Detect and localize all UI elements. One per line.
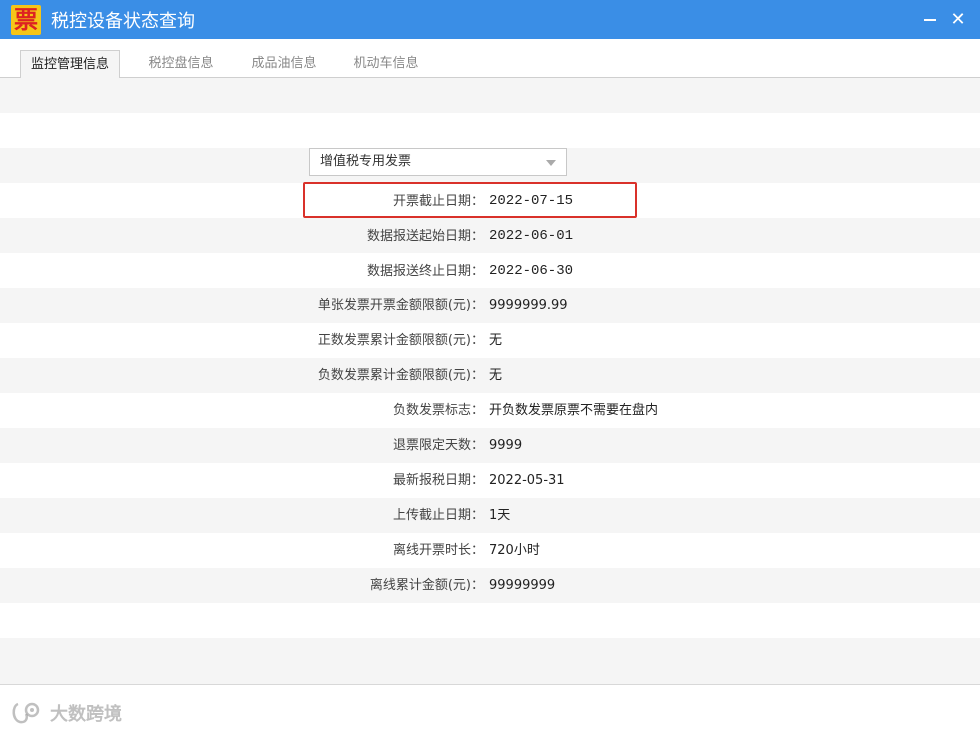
row-stripe [0, 113, 980, 148]
field-row-latest-tax-date: 最新报税日期： 2022-05-31 [0, 463, 980, 498]
row-stripe [0, 638, 980, 684]
watermark-logo-icon [12, 702, 40, 724]
field-label: 单张发票开票金额限额(元)： [317, 298, 484, 313]
field-label: 数据报送终止日期： [366, 264, 484, 279]
tab-tax-disk[interactable]: 税控盘信息 [135, 50, 227, 78]
field-value: 9999999.99 [489, 298, 568, 313]
field-row-negative-limit: 负数发票累计金额限额(元)： 无 [0, 358, 980, 393]
field-value: 1天 [489, 508, 511, 523]
field-row-positive-limit: 正数发票累计金额限额(元)： 无 [0, 323, 980, 358]
title-bar: 票 税控设备状态查询 ✕ [0, 0, 980, 39]
field-row-offline-duration: 离线开票时长： 720小时 [0, 533, 980, 568]
tab-motor-vehicle[interactable]: 机动车信息 [340, 50, 432, 78]
field-label: 最新报税日期： [392, 473, 484, 488]
field-label: 数据报送起始日期： [366, 229, 484, 244]
row-stripe [0, 78, 980, 113]
field-value: 720小时 [489, 543, 540, 558]
footer-bar [0, 684, 980, 737]
field-row-upload-deadline: 上传截止日期： 1天 [0, 498, 980, 533]
tab-monitor-management[interactable]: 监控管理信息 [20, 50, 120, 79]
field-value: 无 [489, 333, 503, 348]
tab-refined-oil[interactable]: 成品油信息 [238, 50, 330, 78]
field-value: 2022-05-31 [489, 473, 565, 488]
field-row-report-start: 数据报送起始日期： 2022-06-01 [0, 219, 980, 254]
watermark: 大数跨境 [10, 700, 122, 726]
field-value: 9999 [489, 438, 523, 453]
field-row-report-end: 数据报送终止日期： 2022-06-30 [0, 254, 980, 289]
watermark-text: 大数跨境 [50, 704, 122, 725]
tab-bar: 监控管理信息 税控盘信息 成品油信息 机动车信息 [0, 39, 980, 79]
field-label: 退票限定天数： [392, 438, 484, 453]
field-label: 负数发票标志： [392, 403, 484, 418]
close-button[interactable]: ✕ [946, 7, 970, 31]
field-row-negative-flag: 负数发票标志： 开负数发票原票不需要在盘内 [0, 393, 980, 428]
field-label: 离线累计金额(元)： [369, 578, 484, 593]
invoice-type-select[interactable]: 增值税专用发票 [309, 148, 567, 176]
field-row-single-limit: 单张发票开票金额限额(元)： 9999999.99 [0, 288, 980, 323]
field-label: 上传截止日期： [392, 508, 484, 523]
window-title: 税控设备状态查询 [51, 10, 195, 32]
field-label: 离线开票时长： [392, 543, 484, 558]
field-label: 负数发票累计金额限额(元)： [317, 368, 484, 383]
field-row-offline-amount: 离线累计金额(元)： 99999999 [0, 568, 980, 603]
highlight-annotation [303, 182, 637, 218]
field-value: 2022-06-30 [489, 263, 574, 279]
row-stripe [0, 603, 980, 638]
field-row-refund-days: 退票限定天数： 9999 [0, 428, 980, 463]
invoice-app-icon: 票 [11, 4, 41, 35]
chevron-down-icon [546, 160, 556, 166]
close-icon: ✕ [950, 9, 966, 29]
field-label: 正数发票累计金额限额(元)： [317, 333, 484, 348]
minimize-icon [924, 19, 936, 22]
field-value: 开负数发票原票不需要在盘内 [489, 403, 659, 418]
minimize-button[interactable] [918, 7, 942, 31]
field-value: 无 [489, 368, 503, 383]
field-value: 2022-06-01 [489, 228, 574, 244]
invoice-type-selected: 增值税专用发票 [320, 154, 412, 169]
field-value: 99999999 [489, 578, 556, 593]
